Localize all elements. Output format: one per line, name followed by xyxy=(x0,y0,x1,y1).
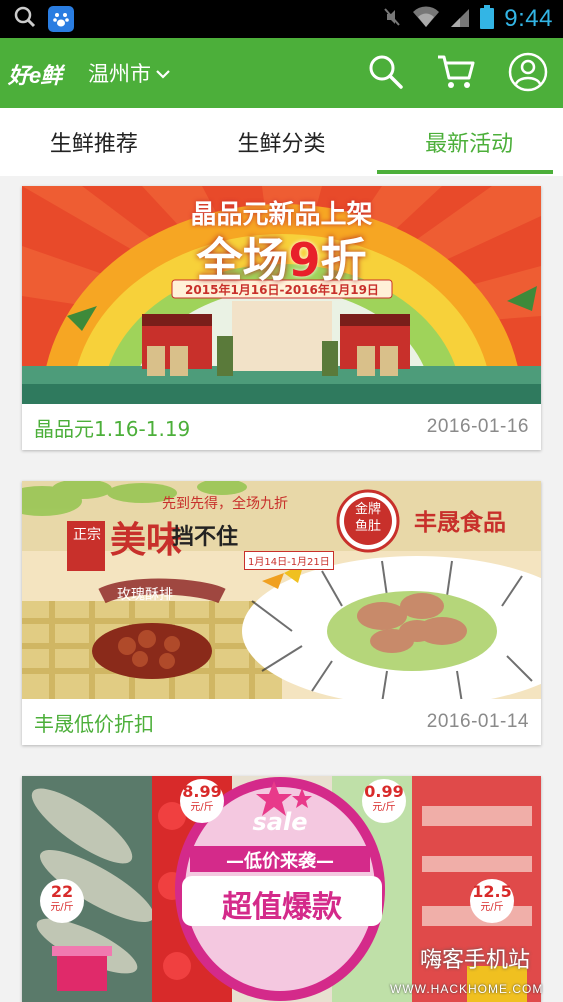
banner-dates: 2015年1月16日-2016年1月19日 xyxy=(185,283,379,297)
city-selector[interactable]: 温州市 xyxy=(88,58,171,88)
price-value: 0.99 xyxy=(364,782,404,801)
banner-discount-num: 9 xyxy=(288,233,321,287)
card-footer: 丰晟低价折扣 2016-01-14 xyxy=(22,699,541,745)
card-title: 丰晟低价折扣 xyxy=(34,711,154,736)
tab-bar: 生鲜推荐 生鲜分类 最新活动 xyxy=(0,108,563,176)
card-date: 2016-01-16 xyxy=(426,416,529,437)
search-icon xyxy=(14,6,36,32)
price-tag-fish: 22 元/斤 xyxy=(40,884,84,916)
battery-icon xyxy=(480,5,495,33)
status-bar: 9:44 xyxy=(0,0,563,38)
price-tag-vegetable: 0.99 元/斤 xyxy=(362,784,406,816)
card-title: 晶品元1.16-1.19 xyxy=(34,416,191,441)
baidu-app-icon xyxy=(48,6,74,32)
banner-discount-post: 折 xyxy=(320,233,367,287)
price-unit: 元/斤 xyxy=(50,902,74,913)
price-unit: 元/斤 xyxy=(372,802,396,813)
price-tag-meat: 12.5 元/斤 xyxy=(470,884,514,916)
banner-product-name: 玫瑰酥排 xyxy=(117,587,173,603)
banner-gold-badge: 金牌鱼肚 xyxy=(354,502,381,534)
wifi-icon xyxy=(412,6,440,32)
banner-discount-pre: 全场 xyxy=(196,233,289,287)
app-header: 好e鲜 温州市 xyxy=(0,38,563,108)
tab-fresh-recommend[interactable]: 生鲜推荐 xyxy=(0,108,188,176)
cart-button[interactable] xyxy=(434,52,478,96)
signal-icon xyxy=(450,6,470,32)
city-label: 温州市 xyxy=(88,62,151,86)
card-footer: 晶品元1.16-1.19 2016-01-16 xyxy=(22,404,541,450)
banner-tag-authentic: 正宗 xyxy=(73,527,101,543)
price-value: 8.99 xyxy=(182,782,222,801)
card-date: 2016-01-14 xyxy=(426,711,529,732)
banner-low-price: —低价来袭— xyxy=(226,851,334,872)
mute-icon xyxy=(382,6,402,32)
banner-brand: 丰晟食品 xyxy=(414,509,506,536)
user-icon xyxy=(508,52,548,96)
banner-unstoppable: 挡不住 xyxy=(172,524,239,550)
profile-button[interactable] xyxy=(506,52,550,96)
watermark-cn: 嗨客手机站 xyxy=(420,948,531,973)
activity-card[interactable]: 正宗 美味 先到先得，全场九折 挡不住 1月14日-1月21日 玫瑰酥排 金牌鱼… xyxy=(22,481,541,745)
activity-banner[interactable]: 正宗 美味 先到先得，全场九折 挡不住 1月14日-1月21日 玫瑰酥排 金牌鱼… xyxy=(22,481,541,699)
banner-promo-line: 先到先得，全场九折 xyxy=(162,496,288,512)
price-unit: 元/斤 xyxy=(190,802,214,813)
banner-hot-deal: 超值爆款 xyxy=(222,890,342,925)
search-icon xyxy=(367,53,405,95)
price-value: 12.5 xyxy=(472,882,512,901)
price-unit: 元/斤 xyxy=(480,902,504,913)
app-logo: 好e鲜 xyxy=(8,63,62,88)
watermark-url: WWW.HACKHOME.COM xyxy=(390,982,544,996)
banner-sale: sale xyxy=(252,808,308,836)
activity-card[interactable]: 晶品元新品上架 全场9折 2015年1月16日-2016年1月19日 晶品元1.… xyxy=(22,186,541,450)
tab-fresh-category[interactable]: 生鲜分类 xyxy=(188,108,376,176)
status-time: 9:44 xyxy=(504,5,553,32)
activity-banner[interactable]: 晶品元新品上架 全场9折 2015年1月16日-2016年1月19日 xyxy=(22,186,541,404)
price-value: 22 xyxy=(50,882,74,901)
chevron-down-icon xyxy=(155,61,171,85)
tab-latest-activity[interactable]: 最新活动 xyxy=(375,108,563,176)
price-tag-strawberry: 8.99 元/斤 xyxy=(180,784,224,816)
cart-icon xyxy=(436,53,476,95)
activity-list[interactable]: 晶品元新品上架 全场9折 2015年1月16日-2016年1月19日 晶品元1.… xyxy=(0,176,563,1002)
search-button[interactable] xyxy=(364,52,408,96)
banner-dates: 1月14日-1月21日 xyxy=(244,551,334,570)
